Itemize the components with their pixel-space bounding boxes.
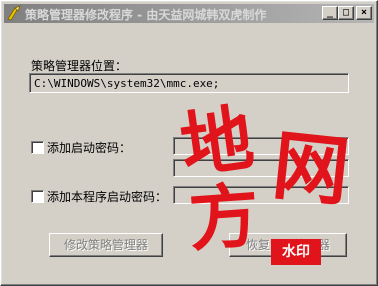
minimize-button[interactable]: _ (322, 6, 338, 20)
app-window: 策略管理器修改程序 - 由天益网城韩双虎制作 _ □ × 策略管理器位置： C:… (0, 0, 378, 286)
app-icon (7, 5, 21, 21)
modify-policy-button[interactable]: 修改策略管理器 (49, 233, 163, 257)
window-title: 策略管理器修改程序 - 由天益网城韩双虎制作 (25, 8, 267, 22)
program-password-label: 添加本程序启动密码： (47, 190, 168, 204)
policy-location-field[interactable]: C:\WINDOWS\system32\mmc.exe; (29, 73, 349, 93)
watermark-char-1: 地 (175, 94, 259, 189)
watermark-char-3: 方 (186, 173, 262, 262)
startup-password-checkbox[interactable] (31, 141, 44, 154)
title-bar[interactable]: 策略管理器修改程序 - 由天益网城韩双虎制作 _ □ × (4, 4, 374, 23)
startup-password-label: 添加启动密码： (47, 141, 132, 155)
watermark-char-2: 网 (268, 120, 354, 217)
close-button[interactable]: × (356, 6, 372, 20)
watermark-stamp: 水印 (271, 239, 321, 265)
program-password-checkbox[interactable] (31, 190, 44, 203)
maximize-button[interactable]: □ (338, 6, 354, 20)
policy-location-label: 策略管理器位置： (31, 59, 128, 73)
